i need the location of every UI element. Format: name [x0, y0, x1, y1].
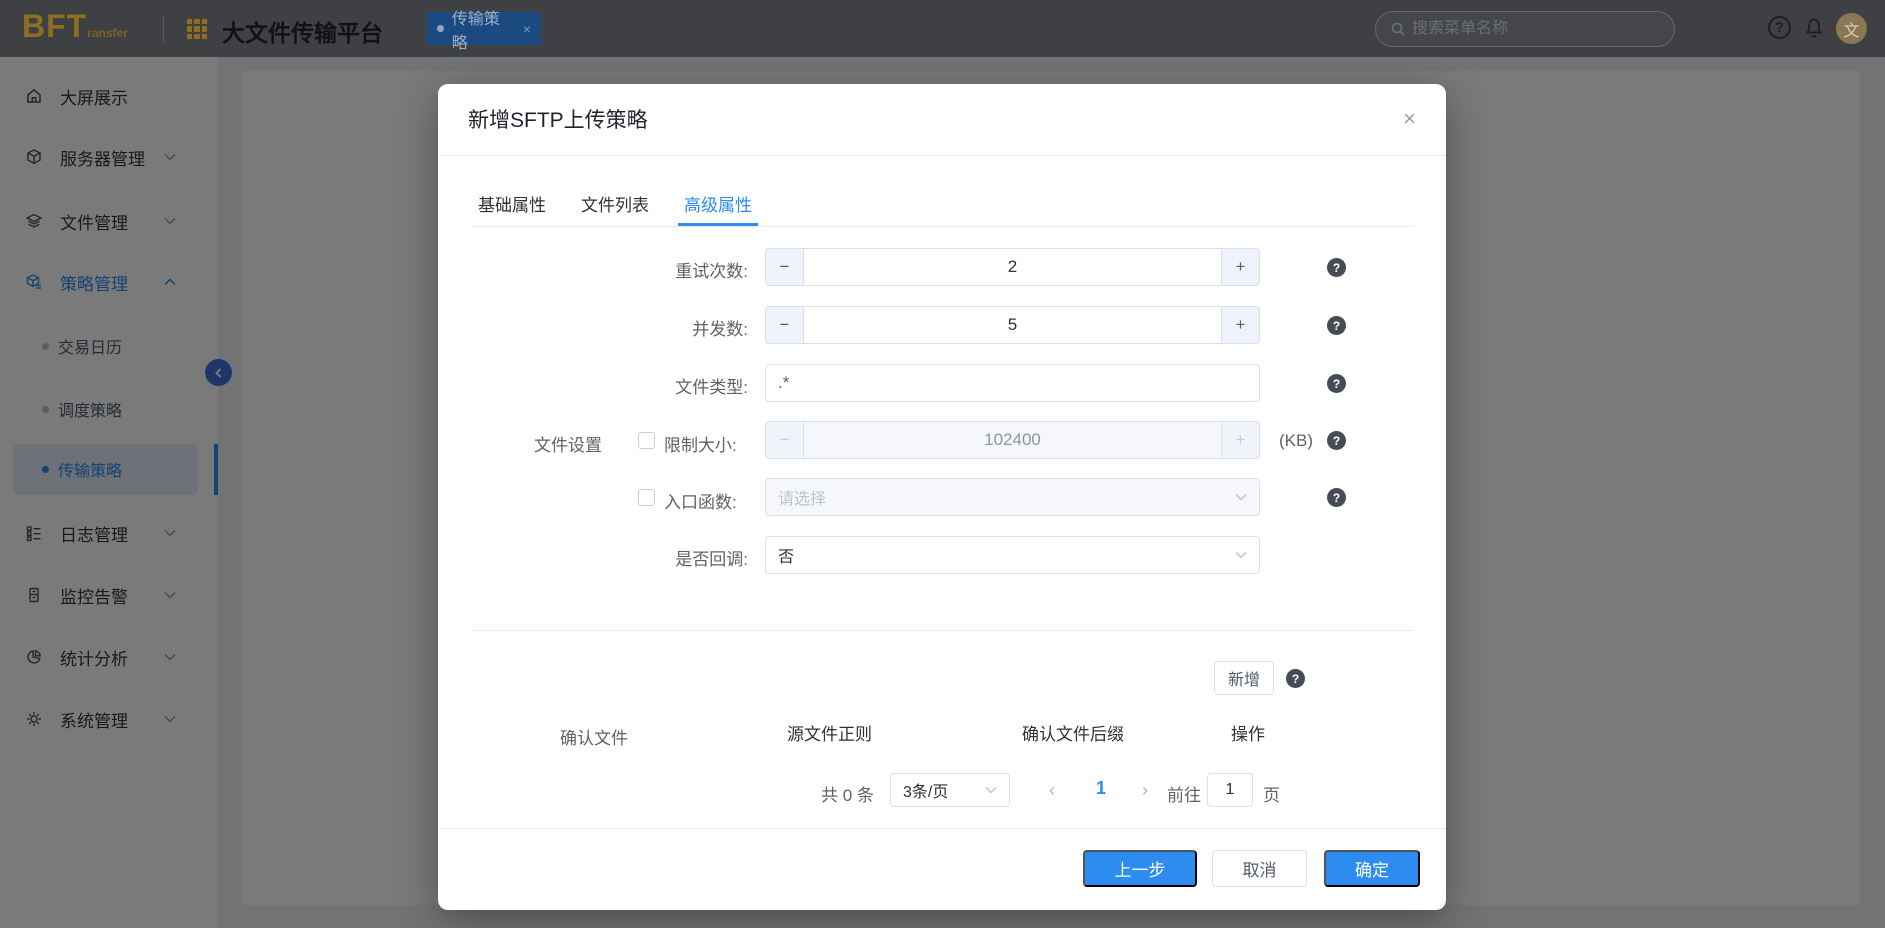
dialog-header-divider — [438, 155, 1446, 156]
retry-count-label: 重试次数: — [518, 257, 748, 282]
concurrency-stepper: − + — [765, 306, 1260, 344]
help-icon[interactable]: ? — [1768, 16, 1791, 39]
tab-label: 文件列表 — [581, 191, 649, 216]
prev-step-button[interactable]: 上一步 — [1083, 850, 1197, 887]
tab-active-dot-icon — [437, 25, 444, 32]
confirm-add-button[interactable]: 新增 — [1214, 661, 1274, 695]
help-icon[interactable]: ? — [1327, 431, 1346, 450]
topbar: BFTransfer 大文件传输平台 传输策略 × ? 文 — [0, 0, 1885, 57]
tab-close-icon[interactable]: × — [523, 21, 531, 37]
logo-text: BFT — [22, 8, 87, 44]
help-icon[interactable]: ? — [1327, 374, 1346, 393]
menu-search-input[interactable] — [1412, 20, 1642, 38]
stepper-decrease-button: − — [766, 422, 804, 458]
page-number: 1 — [1096, 778, 1106, 798]
stepper-increase-button: + — [1221, 422, 1259, 458]
file-type-input[interactable] — [765, 364, 1260, 402]
footer-divider — [438, 828, 1446, 829]
limit-size-label: 限制大小: — [664, 431, 737, 456]
cancel-label: 取消 — [1243, 856, 1277, 881]
tab-advanced-props[interactable]: 高级属性 — [684, 180, 752, 226]
confirm-header-suffix: 确认文件后缀 — [1022, 720, 1124, 745]
search-icon — [1390, 21, 1406, 37]
user-avatar[interactable]: 文 — [1836, 13, 1867, 44]
confirm-label: 确定 — [1355, 856, 1389, 881]
stepper-increase-button[interactable]: + — [1221, 307, 1259, 343]
menu-grid-icon[interactable] — [187, 19, 207, 39]
stepper-decrease-button[interactable]: − — [766, 249, 804, 285]
tab-label: 高级属性 — [684, 191, 752, 216]
concurrency-label: 并发数: — [518, 315, 748, 340]
section-divider — [471, 630, 1413, 631]
chevron-left-icon: ‹ — [1049, 780, 1055, 800]
select-value: 否 — [778, 543, 794, 567]
file-type-label: 文件类型: — [518, 373, 748, 398]
dialog-close-icon[interactable]: × — [1403, 106, 1416, 132]
confirm-page-unit-label: 页 — [1263, 781, 1280, 806]
menu-search-box[interactable] — [1375, 11, 1675, 47]
limit-size-input — [804, 422, 1221, 458]
select-placeholder: 请选择 — [778, 485, 826, 509]
add-sftp-policy-dialog: 新增SFTP上传策略 × 基础属性 文件列表 高级属性 重试次数: − + ? … — [438, 84, 1446, 910]
confirm-header-ops: 操作 — [1231, 720, 1265, 745]
help-icon[interactable]: ? — [1327, 258, 1346, 277]
prev-step-label: 上一步 — [1115, 856, 1166, 881]
chevron-down-icon — [1235, 551, 1247, 559]
page-size-value: 3条/页 — [903, 778, 948, 802]
entry-func-label: 入口函数: — [664, 488, 737, 513]
dialog-title: 新增SFTP上传策略 — [468, 104, 648, 134]
tab-label: 基础属性 — [478, 191, 546, 216]
entry-func-select: 请选择 — [765, 478, 1260, 516]
page-title: 大文件传输平台 — [222, 14, 383, 48]
help-icon[interactable]: ? — [1327, 316, 1346, 335]
tab-basic-props[interactable]: 基础属性 — [478, 180, 546, 226]
cancel-button[interactable]: 取消 — [1212, 850, 1307, 887]
confirm-button[interactable]: 确定 — [1324, 850, 1420, 887]
callback-label: 是否回调: — [518, 545, 748, 570]
retry-count-input[interactable] — [804, 249, 1221, 285]
file-settings-group-label: 文件设置 — [523, 431, 613, 456]
tab-label: 传输策略 — [452, 5, 513, 53]
entry-func-field: 请选择 — [765, 478, 1260, 516]
entry-func-checkbox[interactable] — [638, 489, 655, 506]
callback-select[interactable]: 否 — [765, 536, 1260, 574]
tabs-divider — [471, 226, 1413, 227]
help-icon[interactable]: ? — [1286, 669, 1305, 688]
confirm-goto-label: 前往 — [1167, 781, 1201, 806]
limit-size-checkbox[interactable] — [638, 432, 655, 449]
avatar-text: 文 — [1843, 17, 1859, 41]
confirm-page-size-select[interactable]: 3条/页 — [890, 773, 1010, 807]
notification-bell-icon[interactable] — [1803, 16, 1825, 40]
retry-count-stepper: − + — [765, 248, 1260, 286]
app-logo: BFTransfer — [22, 8, 128, 45]
confirm-next-page-button[interactable]: › — [1142, 780, 1148, 801]
limit-size-stepper: − + — [765, 421, 1260, 459]
callback-field: 否 — [765, 536, 1260, 574]
tab-transfer-policy[interactable]: 传输策略 × — [427, 12, 541, 45]
confirm-header-regex: 源文件正则 — [787, 720, 872, 745]
chevron-down-icon — [1235, 493, 1247, 501]
topbar-divider — [163, 16, 164, 42]
confirm-add-label: 新增 — [1228, 666, 1260, 690]
confirm-total-label: 共 0 条 — [821, 781, 874, 806]
chevron-right-icon: › — [1142, 780, 1148, 800]
tab-file-list[interactable]: 文件列表 — [581, 180, 649, 226]
limit-unit-label: (KB) — [1279, 431, 1313, 451]
confirm-prev-page-button[interactable]: ‹ — [1049, 780, 1055, 801]
confirm-current-page[interactable]: 1 — [1086, 778, 1116, 799]
help-icon[interactable]: ? — [1327, 488, 1346, 507]
confirm-goto-input[interactable] — [1207, 773, 1253, 807]
chevron-down-icon — [985, 786, 997, 794]
concurrency-input[interactable] — [804, 307, 1221, 343]
logo-subtext: ransfer — [87, 26, 128, 40]
file-type-field — [765, 364, 1260, 402]
dialog-tabs: 基础属性 文件列表 高级属性 — [478, 180, 752, 226]
stepper-decrease-button[interactable]: − — [766, 307, 804, 343]
confirm-file-group-label: 确认文件 — [560, 724, 628, 749]
stepper-increase-button[interactable]: + — [1221, 249, 1259, 285]
